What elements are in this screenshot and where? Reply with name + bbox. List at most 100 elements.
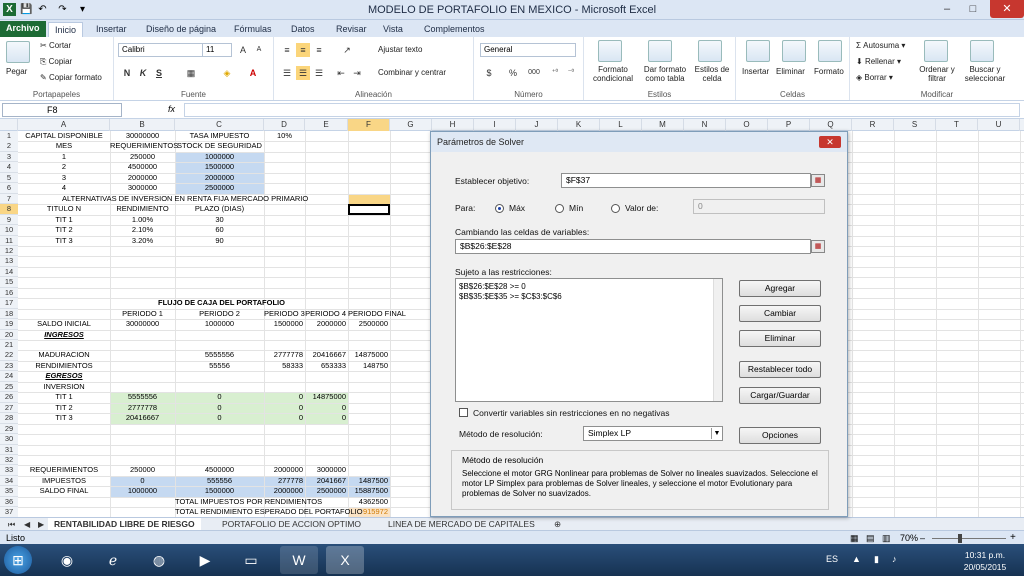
find-select-icon[interactable]	[970, 40, 994, 62]
zoom-level[interactable]: 70%	[900, 533, 918, 543]
row-header[interactable]: 34	[0, 475, 18, 487]
method-select[interactable]: Simplex LP	[583, 426, 723, 441]
tab-archivo[interactable]: Archivo	[0, 21, 46, 37]
cell-b1[interactable]: 30000000	[110, 131, 175, 142]
cell-c27[interactable]: 0	[175, 403, 264, 414]
folder-icon[interactable]: ▭	[232, 546, 270, 574]
column-header-h[interactable]: H	[432, 119, 474, 131]
column-header-j[interactable]: J	[516, 119, 558, 131]
decrease-indent-icon[interactable]: ⇤	[334, 66, 348, 80]
rellenar-button[interactable]: ⬇ Rellenar ▾	[856, 57, 901, 66]
row-header[interactable]: 25	[0, 381, 18, 393]
copiar-button[interactable]: ⎘ Copiar	[40, 57, 72, 67]
cell-c4[interactable]: 1500000	[175, 162, 264, 173]
cell-a27[interactable]: TIT 2	[18, 403, 110, 414]
column-header-k[interactable]: K	[558, 119, 600, 131]
constraint-item[interactable]: $B$35:$E$35 >= $C$3:$C$6	[459, 292, 562, 301]
formula-input[interactable]	[184, 103, 1020, 117]
thousands-button[interactable]: 000	[524, 66, 544, 80]
opciones-button[interactable]: Opciones	[739, 427, 821, 444]
cell-a19[interactable]: SALDO INICIAL	[18, 319, 110, 330]
cell-d1[interactable]: 10%	[264, 131, 305, 142]
row-header[interactable]: 10	[0, 225, 18, 236]
column-header-i[interactable]: I	[474, 119, 516, 131]
align-bottom-icon[interactable]: ≡	[312, 43, 326, 57]
network-icon[interactable]: ▮	[874, 554, 879, 565]
excel-icon[interactable]: X	[326, 546, 364, 574]
cell-c2[interactable]: STOCK DE SEGURIDAD	[175, 141, 264, 152]
normal-view-icon[interactable]: ▦	[850, 533, 859, 544]
minimize-button[interactable]: –	[934, 0, 960, 18]
cell-b26[interactable]: 5555556	[110, 392, 175, 403]
cell-e22[interactable]: 20416667	[305, 350, 348, 361]
column-header-l[interactable]: L	[600, 119, 642, 131]
align-right-icon[interactable]: ☰	[312, 66, 326, 80]
cell-e33[interactable]: 3000000	[305, 465, 348, 476]
player-icon[interactable]: ▶	[186, 546, 224, 574]
cell-e23[interactable]: 653333	[305, 361, 348, 372]
cell-d23[interactable]: 58333	[264, 361, 305, 372]
underline-button[interactable]: S	[152, 66, 166, 80]
row-header[interactable]: 24	[0, 371, 18, 382]
cell-a35[interactable]: SALDO FINAL	[18, 486, 110, 497]
column-header-n[interactable]: N	[684, 119, 726, 131]
cell-d18[interactable]: PERIODO 3	[264, 309, 305, 320]
word-icon[interactable]: W	[280, 546, 318, 574]
row-header[interactable]: 31	[0, 444, 18, 455]
valor-radio[interactable]	[611, 204, 620, 213]
font-name-select[interactable]: Calibri	[118, 43, 204, 57]
cell-f18[interactable]: PERIODO FINAL	[348, 309, 406, 320]
row-header[interactable]: 3	[0, 151, 18, 163]
cell-e34[interactable]: 2041667	[305, 476, 348, 487]
dar-formato-tabla-button[interactable]: Dar formato como tabla	[640, 65, 690, 83]
row-header[interactable]: 17	[0, 298, 18, 309]
cell-c36[interactable]: TOTAL IMPUESTOS POR RENDIMIENTOS	[175, 497, 348, 508]
cell-a20[interactable]: INGRESOS	[18, 330, 110, 341]
column-header-c[interactable]: C	[175, 119, 264, 131]
row-header[interactable]: 33	[0, 465, 18, 476]
cell-c33[interactable]: 4500000	[175, 465, 264, 476]
formato-condicional-button[interactable]: Formato condicional	[588, 65, 638, 83]
cell-a8[interactable]: TITULO N	[18, 204, 110, 215]
row-header[interactable]: 26	[0, 392, 18, 403]
cell-e18[interactable]: PERIODO 4	[305, 309, 348, 320]
cell-a26[interactable]: TIT 1	[18, 392, 110, 403]
row-header[interactable]: 18	[0, 308, 18, 320]
cell-e28[interactable]: 0	[305, 413, 348, 424]
row-header[interactable]: 20	[0, 329, 18, 341]
cell-f19[interactable]: 2500000	[348, 319, 390, 330]
copiar-formato-button[interactable]: ✎ Copiar formato	[40, 73, 102, 82]
fill-color-icon[interactable]: ◈	[220, 66, 234, 80]
row-header[interactable]: 5	[0, 172, 18, 184]
cell-a9[interactable]: TIT 1	[18, 215, 110, 226]
cell-b28[interactable]: 20416667	[110, 413, 175, 424]
column-header-u[interactable]: U	[978, 119, 1020, 131]
cell-b6[interactable]: 3000000	[110, 183, 175, 194]
dialog-close-button[interactable]: ✕	[819, 136, 841, 148]
eliminar-button[interactable]: Eliminar	[739, 330, 821, 347]
row-header[interactable]: 28	[0, 413, 18, 424]
cell-a5[interactable]: 3	[18, 173, 110, 184]
valor-input[interactable]: 0	[693, 199, 825, 214]
cell-d26[interactable]: 0	[264, 392, 305, 403]
zoom-out-button[interactable]: –	[920, 533, 925, 543]
cell-c18[interactable]: PERIODO 2	[175, 309, 264, 320]
row-header[interactable]: 7	[0, 193, 18, 205]
orientation-icon[interactable]: ↗	[340, 43, 354, 57]
column-header-q[interactable]: Q	[810, 119, 852, 131]
nonneg-checkbox[interactable]	[459, 408, 468, 417]
maximize-button[interactable]: □	[960, 0, 986, 18]
column-header-e[interactable]: E	[305, 119, 348, 131]
cortar-button[interactable]: ✂ Cortar	[40, 41, 71, 50]
variables-ref-icon[interactable]: ▦	[811, 240, 825, 253]
cell-a10[interactable]: TIT 2	[18, 225, 110, 236]
cell-b34[interactable]: 0	[110, 476, 175, 487]
cell-c37[interactable]: TOTAL RENDIMIENTO ESPERADO DEL PORTAFOLI…	[175, 507, 363, 517]
tab-inicio[interactable]: Inicio	[48, 22, 84, 37]
max-radio[interactable]	[495, 204, 504, 213]
cell-d19[interactable]: 1500000	[264, 319, 305, 330]
cell-c26[interactable]: 0	[175, 392, 264, 403]
row-header[interactable]: 14	[0, 266, 18, 278]
clock-date[interactable]: 20/05/2015	[956, 562, 1014, 572]
cell-styles-icon[interactable]	[698, 40, 722, 62]
